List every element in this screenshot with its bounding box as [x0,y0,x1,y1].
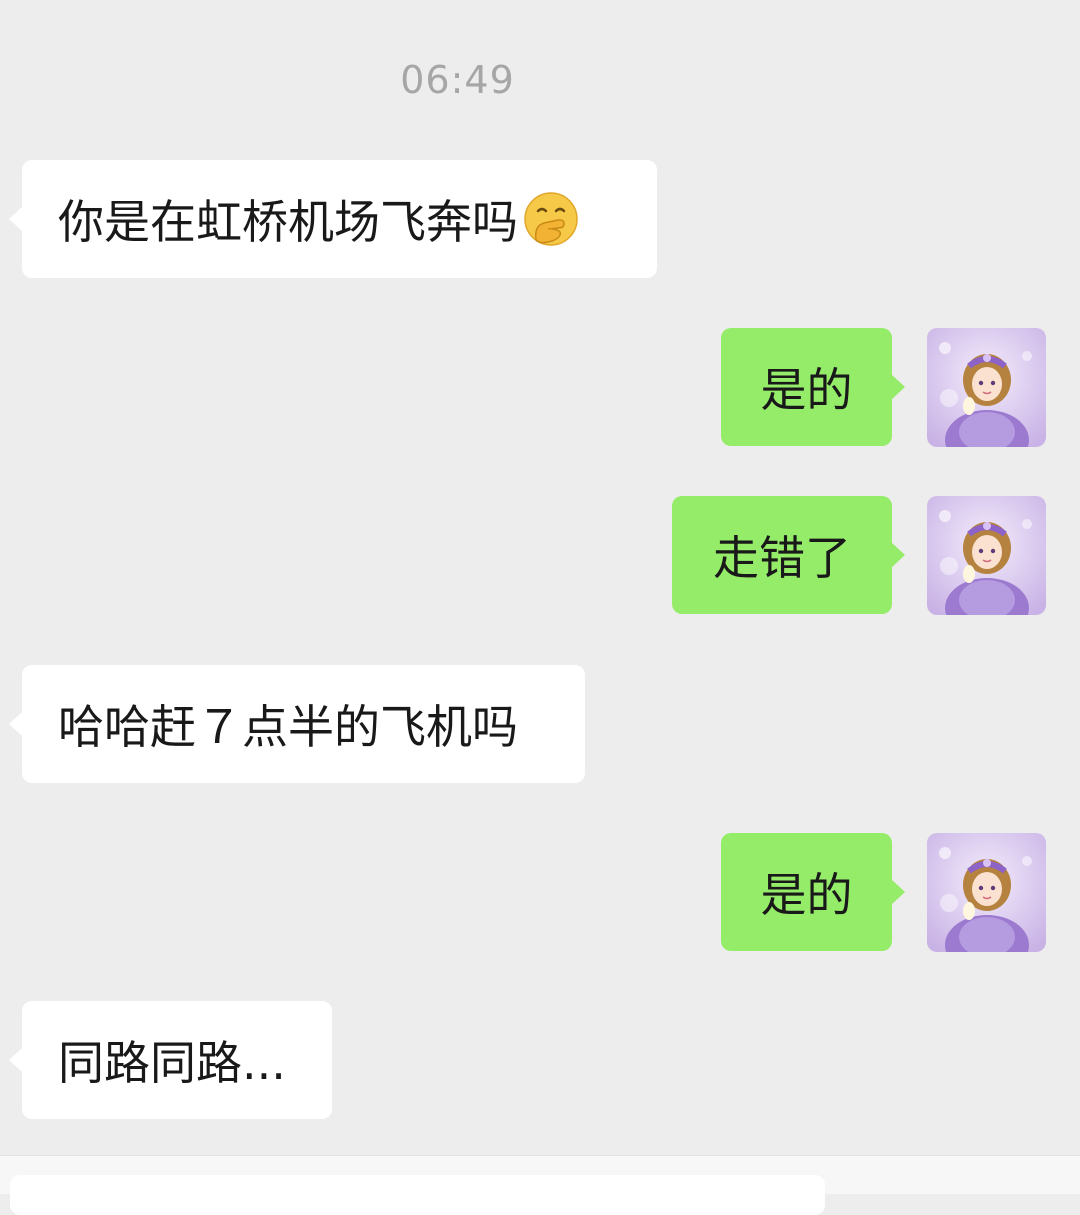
message-text: 是的 [760,868,853,922]
outgoing-message-bubble[interactable]: 是的 [721,328,905,446]
outgoing-message-bubble[interactable]: 是的 [721,833,905,951]
user-avatar[interactable] [927,496,1046,615]
message-text: 是的 [760,363,853,417]
user-avatar[interactable] [927,833,1046,952]
outgoing-message-bubble[interactable]: 走错了 [672,496,905,614]
user-avatar[interactable] [927,328,1046,447]
message-text: 同路同路... [58,1036,286,1090]
hand-over-mouth-emoji-icon [522,190,580,248]
message-text: 走错了 [713,531,851,585]
incoming-message-bubble[interactable]: 你是在虹桥机场飞奔吗 [9,160,657,278]
message-input[interactable] [10,1175,825,1215]
incoming-message-bubble[interactable]: 同路同路... [9,1001,332,1119]
chat-timestamp: 06:49 [400,58,515,102]
incoming-message-bubble[interactable]: 哈哈赶７点半的飞机吗 [9,665,585,783]
message-text: 你是在虹桥机场飞奔吗 [58,195,518,249]
message-text: 哈哈赶７点半的飞机吗 [58,700,518,754]
